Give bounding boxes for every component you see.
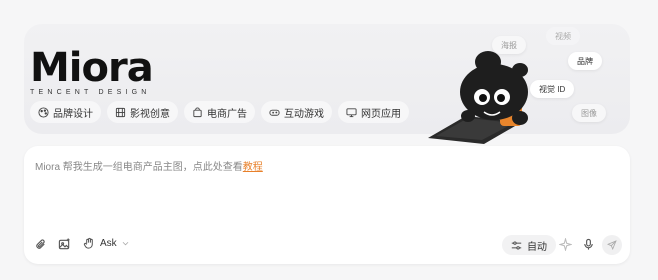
category-bar: 品牌设计 影视创意 电商广告 互动游戏 网页应用 (30, 101, 409, 123)
tag-image[interactable]: 图像 (572, 104, 606, 122)
prompt-text: Miora 帮我生成一组电商产品主图，点此处查看 (35, 162, 243, 173)
category-brand-design[interactable]: 品牌设计 (30, 101, 101, 123)
tag-visual-id[interactable]: 视觉 ID (530, 80, 575, 98)
gamepad-icon (269, 109, 280, 116)
attach-button[interactable] (35, 238, 48, 251)
image-upload-button[interactable] (58, 238, 71, 251)
chevron-down-icon (122, 241, 129, 246)
microphone-icon (584, 238, 593, 250)
tag-poster[interactable]: 海报 (492, 36, 526, 54)
category-film-creative[interactable]: 影视创意 (107, 101, 178, 123)
tag-video[interactable]: 视频 (546, 27, 580, 45)
category-interactive-games[interactable]: 互动游戏 (261, 101, 332, 123)
logo-wordmark: Miora (30, 45, 154, 91)
tag-brand[interactable]: 品牌 (568, 52, 602, 70)
image-add-icon (58, 238, 70, 250)
sparkle-icon (559, 238, 572, 251)
monitor-icon (346, 107, 357, 117)
category-label: 网页应用 (361, 108, 401, 120)
send-button[interactable] (602, 235, 622, 255)
auto-mode-label: 自动 (527, 241, 547, 253)
category-label: 影视创意 (130, 108, 170, 120)
category-label: 互动游戏 (284, 108, 324, 120)
composer-panel: Miora 帮我生成一组电商产品主图，点此处查看教程 Ask 自动 (24, 146, 630, 264)
enhance-button[interactable] (559, 238, 572, 251)
prompt-placeholder[interactable]: Miora 帮我生成一组电商产品主图，点此处查看教程 (35, 158, 263, 173)
hand-icon (83, 237, 93, 249)
film-icon (115, 107, 126, 117)
category-ecommerce-ads[interactable]: 电商广告 (184, 101, 255, 123)
send-icon (607, 240, 617, 250)
palette-icon (38, 106, 49, 118)
paperclip-icon (36, 239, 45, 249)
auto-mode-button[interactable]: 自动 (502, 235, 556, 255)
logo-subtitle: TENCENT DESIGN (30, 89, 151, 96)
shopping-bag-icon (193, 106, 202, 117)
sliders-icon (511, 240, 522, 250)
category-label: 电商广告 (207, 108, 247, 120)
ask-mode-selector[interactable]: Ask (83, 237, 130, 250)
category-web-apps[interactable]: 网页应用 (338, 101, 409, 123)
category-label: 品牌设计 (53, 108, 93, 120)
tutorial-link[interactable]: 教程 (243, 162, 263, 173)
logo: Miora TENCENT DESIGN (30, 45, 154, 96)
voice-input-button[interactable] (582, 238, 595, 251)
ask-mode-label: Ask (100, 238, 117, 249)
